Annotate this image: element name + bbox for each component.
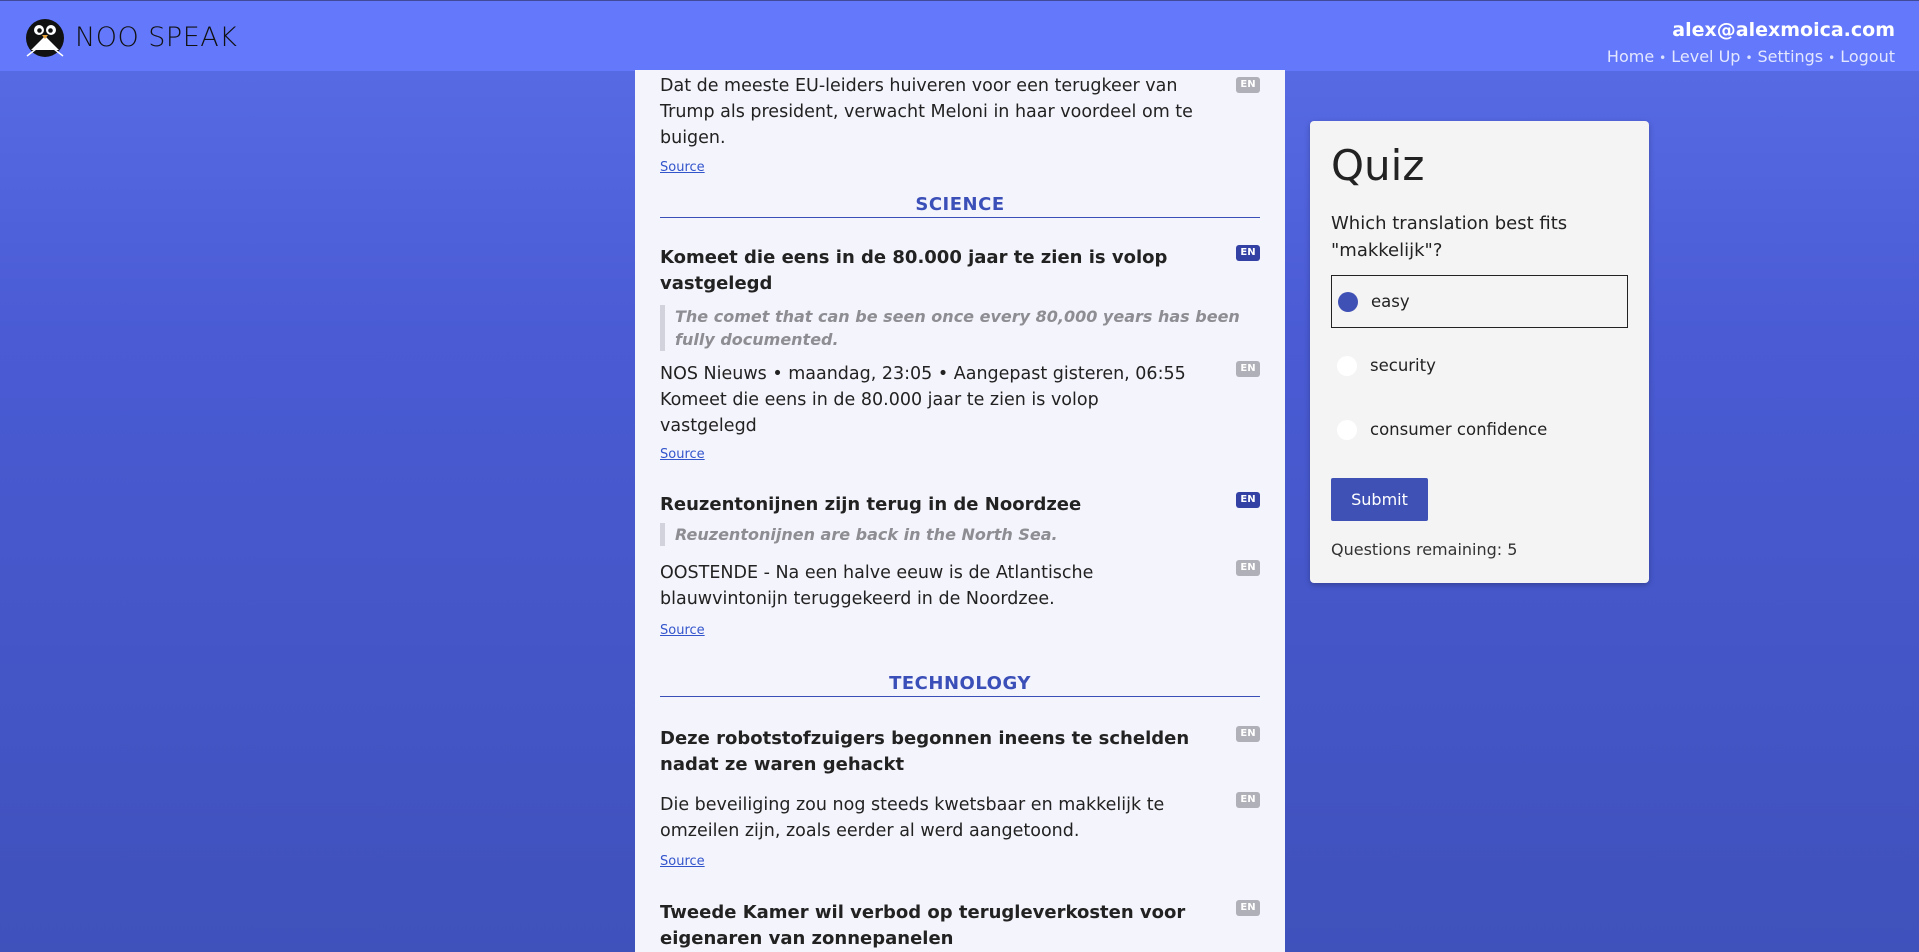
news-item: EN Komeet die eens in de 80.000 jaar te … — [660, 245, 1260, 462]
translate-badge[interactable]: EN — [1236, 361, 1260, 377]
option-label: security — [1370, 356, 1436, 375]
translate-badge[interactable]: EN — [1236, 77, 1260, 93]
quiz-option-security[interactable]: security — [1331, 339, 1628, 392]
nav-home-link[interactable]: Home — [1607, 47, 1654, 66]
news-body: OOSTENDE - Na een halve eeuw is de Atlan… — [660, 563, 1094, 609]
radio-button[interactable] — [1337, 419, 1357, 440]
option-label: consumer confidence — [1370, 420, 1548, 439]
nav-level-up-link[interactable]: Level Up — [1671, 47, 1740, 66]
quiz-title: Quiz — [1331, 141, 1425, 190]
nav-separator: • — [1745, 51, 1753, 65]
logo-text: NOO SPEAK — [75, 21, 238, 53]
translate-badge[interactable]: EN — [1236, 245, 1260, 261]
news-body-block: EN NOS Nieuws • maandag, 23:05 • Aangepa… — [660, 361, 1260, 439]
nav-separator: • — [1828, 51, 1836, 65]
source-link[interactable]: Source — [660, 447, 705, 462]
quiz-option-consumer-confidence[interactable]: consumer confidence — [1331, 403, 1628, 456]
translate-badge[interactable]: EN — [1236, 492, 1260, 508]
top-nav: Home • Level Up • Settings • Logout — [1607, 47, 1895, 66]
source-link[interactable]: Source — [660, 160, 705, 175]
section-heading-technology: TECHNOLOGY — [660, 672, 1260, 697]
news-item: EN Dat de meeste EU-leiders huiveren voo… — [660, 73, 1260, 175]
source-link[interactable]: Source — [660, 854, 705, 869]
nav-logout-link[interactable]: Logout — [1840, 47, 1895, 66]
news-title: Reuzentonijnen zijn terug in de Noordzee — [660, 494, 1082, 515]
top-header: NOO SPEAK alex@alexmoica.com Home • Level … — [0, 0, 1919, 71]
news-body: Dat de meeste EU-leiders huiveren voor e… — [660, 76, 1193, 148]
quiz-option-easy[interactable]: easy — [1331, 275, 1628, 328]
radio-button[interactable] — [1337, 355, 1357, 376]
source-link[interactable]: Source — [660, 623, 705, 638]
news-body-block: EN OOSTENDE - Na een halve eeuw is de At… — [660, 560, 1260, 612]
news-title: Deze robotstofzuigers begonnen ineens te… — [660, 728, 1190, 775]
logo[interactable]: NOO SPEAK — [25, 16, 237, 58]
news-item: EN Deze robotstofzuigers begonnen ineens… — [660, 726, 1260, 869]
translate-badge[interactable]: EN — [1236, 726, 1260, 742]
news-item: EN Reuzentonijnen zijn terug in de Noord… — [660, 492, 1260, 638]
news-title: Komeet die eens in de 80.000 jaar te zie… — [660, 247, 1168, 294]
translate-badge[interactable]: EN — [1236, 560, 1260, 576]
news-body: Die beveiliging zou nog steeds kwetsbaar… — [660, 795, 1165, 841]
nav-settings-link[interactable]: Settings — [1758, 47, 1824, 66]
submit-button[interactable]: Submit — [1331, 478, 1428, 521]
news-feed[interactable]: EN Dat de meeste EU-leiders huiveren voo… — [635, 70, 1285, 952]
news-item: EN Tweede Kamer wil verbod op teruglever… — [660, 900, 1260, 952]
news-translation: Reuzentonijnen are back in the North Sea… — [660, 523, 1260, 546]
nav-separator: • — [1659, 51, 1667, 65]
translate-badge[interactable]: EN — [1236, 900, 1260, 916]
penguin-logo-icon — [26, 19, 64, 57]
quiz-panel: Quiz Which translation best fits "makkel… — [1310, 121, 1649, 583]
news-title: Tweede Kamer wil verbod op terugleverkos… — [660, 902, 1186, 949]
news-body-block: EN Die beveiliging zou nog steeds kwetsb… — [660, 792, 1260, 844]
user-email: alex@alexmoica.com — [1672, 19, 1895, 41]
section-heading-science: SCIENCE — [660, 193, 1260, 218]
radio-button-selected[interactable] — [1338, 291, 1358, 312]
option-label: easy — [1371, 292, 1410, 311]
questions-remaining: Questions remaining: 5 — [1331, 540, 1518, 559]
translate-badge[interactable]: EN — [1236, 792, 1260, 808]
quiz-question: Which translation best fits "makkelijk"? — [1331, 213, 1568, 261]
news-body: NOS Nieuws • maandag, 23:05 • Aangepast … — [660, 364, 1186, 436]
news-translation: The comet that can be seen once every 80… — [660, 305, 1260, 351]
